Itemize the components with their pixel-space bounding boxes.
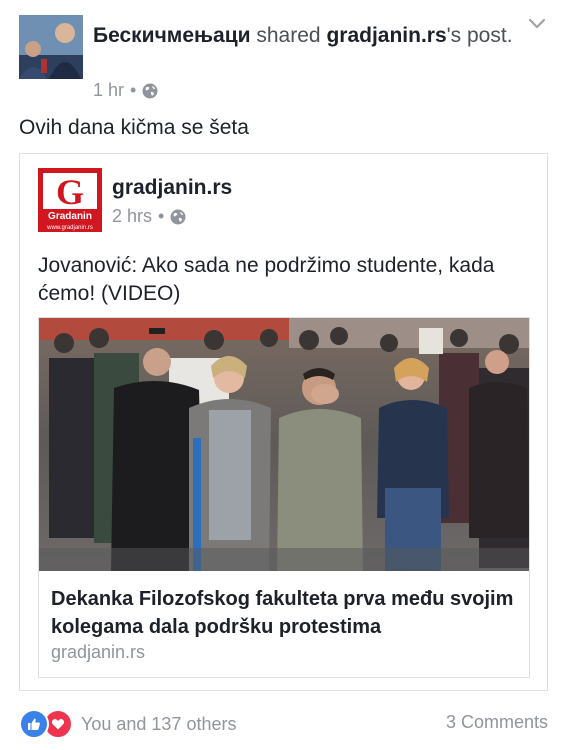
gradjanin-logo: G Gradanin www.gradjanin.rs xyxy=(38,168,102,232)
comments-count[interactable]: 3 Comments xyxy=(446,712,548,733)
meta-separator: • xyxy=(130,80,137,100)
object-text: post. xyxy=(467,24,513,47)
shared-page-name[interactable]: gradjanin.rs xyxy=(112,176,232,200)
post-meta: 1 hr • xyxy=(93,80,158,101)
reactions-text[interactable]: You and 137 others xyxy=(81,714,236,735)
page-logo[interactable]: G Gradanin www.gradjanin.rs xyxy=(38,168,102,232)
shared-post-meta: 2 hrs • xyxy=(112,206,186,227)
possessive-suffix: 's xyxy=(446,24,462,47)
avatar-photo xyxy=(19,15,83,79)
link-preview-image[interactable] xyxy=(39,318,529,571)
logo-letter: G xyxy=(56,172,84,212)
link-preview[interactable]: Dekanka Filozofskog fakulteta prva među … xyxy=(38,317,530,678)
meta-separator: • xyxy=(158,206,165,226)
like-icon xyxy=(19,709,49,739)
shared-post-timestamp[interactable]: 2 hrs xyxy=(112,206,152,227)
reactions-summary[interactable]: You and 137 others xyxy=(19,709,236,739)
post-header: Бескичмењаци shared gradjanin.rs's post. xyxy=(93,20,513,51)
globe-icon xyxy=(170,209,186,224)
globe-icon xyxy=(142,83,158,98)
protest-photo xyxy=(39,318,529,571)
author-avatar[interactable] xyxy=(19,15,83,79)
shared-post-text: Jovanović: Ako sada ne podržimo studente… xyxy=(38,254,495,305)
chevron-down-icon[interactable] xyxy=(527,14,547,34)
post-caption: Ovih dana kičma se šeta xyxy=(19,116,249,139)
logo-brand: Gradanin xyxy=(48,211,92,222)
link-domain: gradjanin.rs xyxy=(51,642,146,662)
author-name[interactable]: Бескичмењаци xyxy=(93,24,251,47)
link-title[interactable]: Dekanka Filozofskog fakulteta prva među … xyxy=(51,585,521,641)
shared-from-link[interactable]: gradjanin.rs xyxy=(326,24,446,47)
logo-url: www.gradjanin.rs xyxy=(46,225,93,231)
post-timestamp[interactable]: 1 hr xyxy=(93,80,124,101)
action-text: shared xyxy=(256,24,321,47)
